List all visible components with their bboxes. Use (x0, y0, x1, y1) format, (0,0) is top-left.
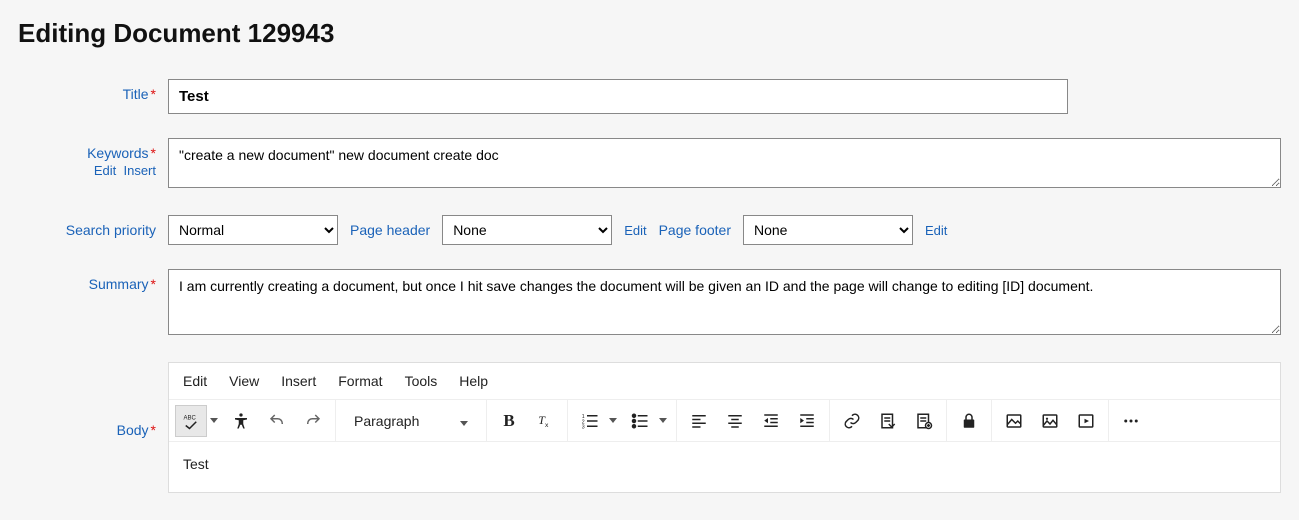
outdent-icon (762, 412, 780, 430)
page-footer-label: Page footer (659, 222, 731, 238)
undo-icon (268, 412, 286, 430)
redo-button[interactable] (297, 405, 329, 437)
block-format-select[interactable]: Paragraph (346, 405, 476, 437)
spellcheck-button[interactable]: ABC (175, 405, 207, 437)
keywords-edit-link[interactable]: Edit (94, 163, 116, 178)
clear-format-icon: Tx (536, 412, 554, 430)
body-label: Body (117, 422, 149, 438)
link-button[interactable] (836, 405, 868, 437)
align-center-button[interactable] (719, 405, 751, 437)
accessibility-icon (232, 412, 250, 430)
editor-menubar: Edit View Insert Format Tools Help (169, 363, 1280, 400)
editor-body[interactable]: Test (169, 442, 1280, 492)
body-required: * (151, 422, 156, 438)
block-format-label: Paragraph (354, 413, 419, 429)
editor-menu-help[interactable]: Help (459, 373, 488, 389)
accessibility-button[interactable] (225, 405, 257, 437)
page-header-select[interactable]: None (442, 215, 612, 245)
summary-textarea[interactable]: I am currently creating a document, but … (168, 269, 1281, 335)
keywords-required: * (151, 145, 156, 161)
editor-menu-format[interactable]: Format (338, 373, 382, 389)
bullet-list-icon (631, 412, 649, 430)
lock-button[interactable] (953, 405, 985, 437)
editor-menu-insert[interactable]: Insert (281, 373, 316, 389)
insert-template-button[interactable] (908, 405, 940, 437)
align-center-icon (726, 412, 744, 430)
page-title: Editing Document 129943 (18, 18, 1281, 49)
keywords-insert-link[interactable]: Insert (123, 163, 156, 178)
undo-button[interactable] (261, 405, 293, 437)
title-required: * (151, 86, 156, 102)
title-input[interactable] (168, 79, 1068, 114)
editor-menu-edit[interactable]: Edit (183, 373, 207, 389)
title-label: Title (123, 86, 149, 102)
template-button[interactable] (872, 405, 904, 437)
media-icon (1041, 412, 1059, 430)
link-icon (843, 412, 861, 430)
bullet-list-dropdown[interactable] (656, 405, 670, 437)
page-footer-edit-link[interactable]: Edit (925, 223, 947, 238)
page-footer-select[interactable]: None (743, 215, 913, 245)
clear-format-button[interactable]: Tx (529, 405, 561, 437)
rich-text-editor: Edit View Insert Format Tools Help ABC (168, 362, 1281, 493)
more-icon (1122, 412, 1140, 430)
bold-icon: B (503, 411, 514, 431)
insert-template-icon (915, 412, 933, 430)
spellcheck-icon: ABC (182, 412, 200, 430)
editor-toolbar: ABC (169, 400, 1280, 442)
align-left-icon (690, 412, 708, 430)
align-left-button[interactable] (683, 405, 715, 437)
numbered-list-button[interactable]: 123 (574, 405, 606, 437)
page-header-label: Page header (350, 222, 430, 238)
svg-text:3: 3 (582, 424, 585, 430)
indent-button[interactable] (791, 405, 823, 437)
lock-icon (960, 412, 978, 430)
image-button[interactable] (998, 405, 1030, 437)
page-header-edit-link[interactable]: Edit (624, 223, 646, 238)
image-icon (1005, 412, 1023, 430)
editor-menu-view[interactable]: View (229, 373, 259, 389)
numbered-list-dropdown[interactable] (606, 405, 620, 437)
outdent-button[interactable] (755, 405, 787, 437)
bullet-list-button[interactable] (624, 405, 656, 437)
redo-icon (304, 412, 322, 430)
search-priority-select[interactable]: Normal (168, 215, 338, 245)
svg-text:ABC: ABC (184, 415, 197, 421)
svg-text:x: x (545, 422, 549, 429)
more-button[interactable] (1115, 405, 1147, 437)
keywords-label: Keywords (87, 145, 148, 161)
numbered-list-icon: 123 (581, 412, 599, 430)
media-button[interactable] (1034, 405, 1066, 437)
spellcheck-dropdown[interactable] (207, 405, 221, 437)
video-icon (1077, 412, 1095, 430)
template-icon (879, 412, 897, 430)
indent-icon (798, 412, 816, 430)
bold-button[interactable]: B (493, 405, 525, 437)
video-button[interactable] (1070, 405, 1102, 437)
chevron-down-icon (460, 413, 468, 429)
editor-menu-tools[interactable]: Tools (405, 373, 438, 389)
summary-label: Summary (89, 276, 149, 292)
search-priority-label: Search priority (66, 222, 156, 238)
summary-required: * (151, 276, 156, 292)
keywords-textarea[interactable]: "create a new document" new document cre… (168, 138, 1281, 188)
